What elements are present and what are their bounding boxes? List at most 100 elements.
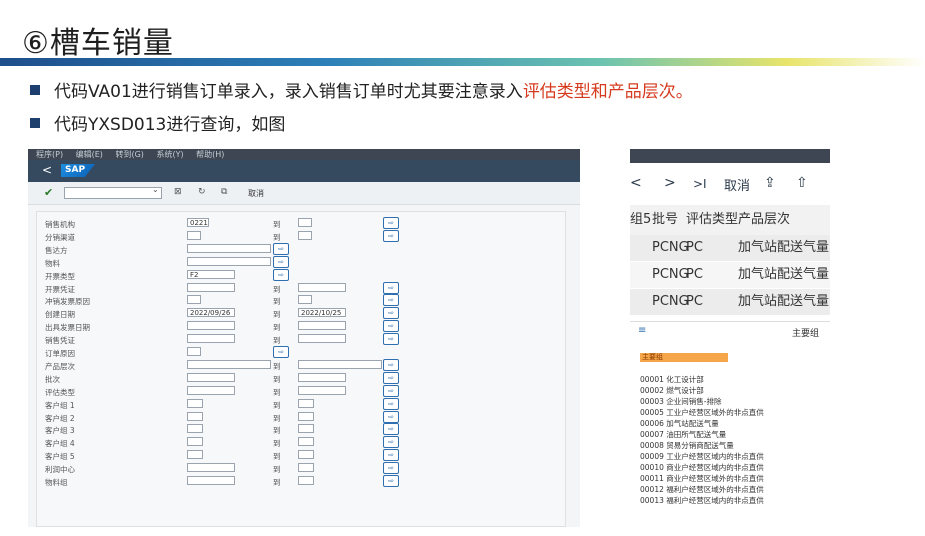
field-from-input[interactable] — [187, 359, 271, 369]
menu-item[interactable]: 系统(Y) — [156, 150, 183, 159]
multiple-selection-icon[interactable]: ⇨ — [383, 462, 399, 475]
multiple-selection-icon[interactable]: ⇨ — [383, 294, 399, 307]
field-from-input[interactable] — [187, 450, 203, 460]
menu-item[interactable]: 帮助(H) — [196, 150, 224, 159]
field-from-input[interactable] — [187, 230, 201, 240]
field-to-input[interactable] — [298, 230, 312, 240]
list-item[interactable]: 00011 商业户经营区域外的非点直供 — [640, 473, 825, 484]
field-from-input[interactable]: 2022/09/26 — [187, 308, 235, 318]
multiple-selection-icon[interactable]: ⇨ — [273, 255, 289, 268]
cancel-button[interactable]: 取消 — [248, 188, 264, 199]
field-from-input[interactable] — [187, 321, 235, 331]
multiple-selection-icon[interactable]: ⇨ — [273, 242, 289, 255]
field-from-input[interactable]: 0221 — [187, 218, 209, 227]
field-to-input[interactable] — [298, 463, 314, 473]
field-from-input[interactable] — [187, 282, 235, 292]
list-item[interactable]: 00013 福利户经营区域内的非点直供 — [640, 495, 825, 506]
field-from-input[interactable] — [187, 398, 203, 408]
list-item[interactable]: 00008 贸易分销商配送气量 — [640, 440, 825, 451]
field-to-input[interactable] — [298, 295, 312, 305]
field-to-input[interactable] — [298, 437, 314, 447]
menu-icon[interactable]: ≡ — [638, 325, 646, 336]
multiple-selection-icon[interactable]: ⇨ — [383, 307, 399, 320]
field-to-input[interactable] — [298, 359, 382, 369]
cancel-button[interactable]: 取消 — [724, 175, 750, 194]
back-icon[interactable]: < — [42, 163, 52, 177]
field-label: 利润中心 — [45, 465, 75, 475]
list-item[interactable]: 00010 商业户经营区域内的非点直供 — [640, 462, 825, 473]
table-row[interactable]: PCNG PC 加气站配送气量 — [630, 289, 830, 316]
list-item[interactable]: 00001 化工设计部 — [640, 374, 825, 385]
multiple-selection-icon[interactable]: ⇨ — [383, 475, 399, 487]
field-from-input[interactable] — [187, 411, 203, 421]
table-row[interactable]: PCNG PC 加气站配送气量 — [630, 235, 830, 262]
menu-item[interactable]: 转到(G) — [115, 150, 143, 159]
field-from-input[interactable] — [187, 463, 235, 473]
field-from-input[interactable] — [187, 243, 271, 253]
field-from-input[interactable] — [187, 476, 235, 485]
multiple-selection-icon[interactable]: ⇨ — [383, 397, 399, 410]
table-row[interactable]: PCNG PC 加气站配送气量 — [630, 262, 830, 289]
field-to-input[interactable] — [298, 398, 314, 408]
field-to-input[interactable] — [298, 218, 312, 227]
multiple-selection-icon[interactable]: ⇨ — [383, 358, 399, 371]
list-item[interactable]: 00005 工业户经营区域外的非点直供 — [640, 407, 825, 418]
field-to-input[interactable] — [298, 450, 314, 460]
field-from-input[interactable] — [187, 372, 235, 382]
command-field[interactable] — [64, 187, 162, 199]
multiple-selection-icon[interactable]: ⇨ — [383, 410, 399, 423]
multiple-selection-icon[interactable]: ⇨ — [383, 229, 399, 242]
list-item[interactable]: 00002 燃气设计部 — [640, 385, 825, 396]
multiple-selection-icon[interactable]: ⇨ — [383, 436, 399, 449]
export-icon[interactable]: ⇧ — [796, 175, 808, 191]
field-from-input[interactable] — [187, 385, 235, 395]
list-item[interactable]: 00009 工业户经营区域内的非点直供 — [640, 451, 825, 462]
list-item[interactable]: 00007 油田所气配送气量 — [640, 429, 825, 440]
menu-item[interactable]: 编辑(E) — [76, 150, 103, 159]
multiple-selection-icon[interactable]: ⇨ — [383, 281, 399, 294]
multiple-selection-icon[interactable]: ⇨ — [383, 217, 399, 229]
multiple-selection-icon[interactable]: ⇨ — [383, 423, 399, 436]
refresh-icon[interactable]: ↻ — [198, 187, 206, 197]
field-from-input[interactable] — [187, 437, 203, 447]
field-to-input[interactable] — [298, 411, 314, 421]
field-to-input[interactable] — [298, 385, 346, 395]
column-header[interactable]: 批号 — [652, 205, 678, 235]
column-header[interactable]: 组5 — [630, 212, 651, 227]
next-icon[interactable]: > — [664, 175, 676, 191]
multiple-selection-icon[interactable]: ⇨ — [383, 371, 399, 384]
field-to-input[interactable]: 2022/10/25 — [298, 308, 346, 318]
list-item[interactable]: 00006 加气站配送气量 — [640, 418, 825, 429]
menu-item[interactable]: 程序(P) — [36, 150, 63, 159]
multiple-selection-icon[interactable]: ⇨ — [383, 449, 399, 462]
field-to-input[interactable] — [298, 476, 314, 485]
copy-icon[interactable]: ⧉ — [221, 187, 227, 197]
list-item[interactable]: 00012 福利户经营区域外的非点直供 — [640, 484, 825, 495]
check-icon[interactable]: ✔ — [44, 186, 53, 199]
save-icon[interactable]: ⊠ — [174, 187, 182, 197]
field-to-input[interactable] — [298, 372, 346, 382]
field-to-input[interactable] — [298, 334, 346, 344]
list-item[interactable]: 00003 企业间销售-排除 — [640, 396, 825, 407]
chevron-down-icon[interactable]: ⌄ — [152, 185, 159, 194]
multiple-selection-icon[interactable]: ⇨ — [273, 268, 289, 281]
field-from-input[interactable]: F2 — [187, 269, 235, 279]
prev-icon[interactable]: < — [630, 175, 642, 191]
upload-icon[interactable]: ⇪ — [764, 175, 776, 191]
field-from-input[interactable] — [187, 295, 201, 305]
field-to-input[interactable] — [298, 282, 346, 292]
multiple-selection-icon[interactable]: ⇨ — [383, 320, 399, 333]
slide-title: ⑥槽车销量 — [22, 26, 174, 61]
column-header[interactable]: 产品层次 — [738, 205, 790, 235]
field-from-input[interactable] — [187, 424, 203, 434]
field-to-input[interactable] — [298, 321, 346, 331]
column-header[interactable]: 评估类型 — [686, 205, 738, 235]
last-page-icon[interactable]: >I — [693, 177, 707, 191]
field-to-input[interactable] — [298, 424, 314, 434]
field-from-input[interactable] — [187, 334, 235, 344]
field-from-input[interactable] — [187, 256, 271, 266]
multiple-selection-icon[interactable]: ⇨ — [383, 333, 399, 346]
field-from-input[interactable] — [187, 347, 201, 356]
multiple-selection-icon[interactable]: ⇨ — [383, 384, 399, 397]
multiple-selection-icon[interactable]: ⇨ — [273, 346, 289, 358]
